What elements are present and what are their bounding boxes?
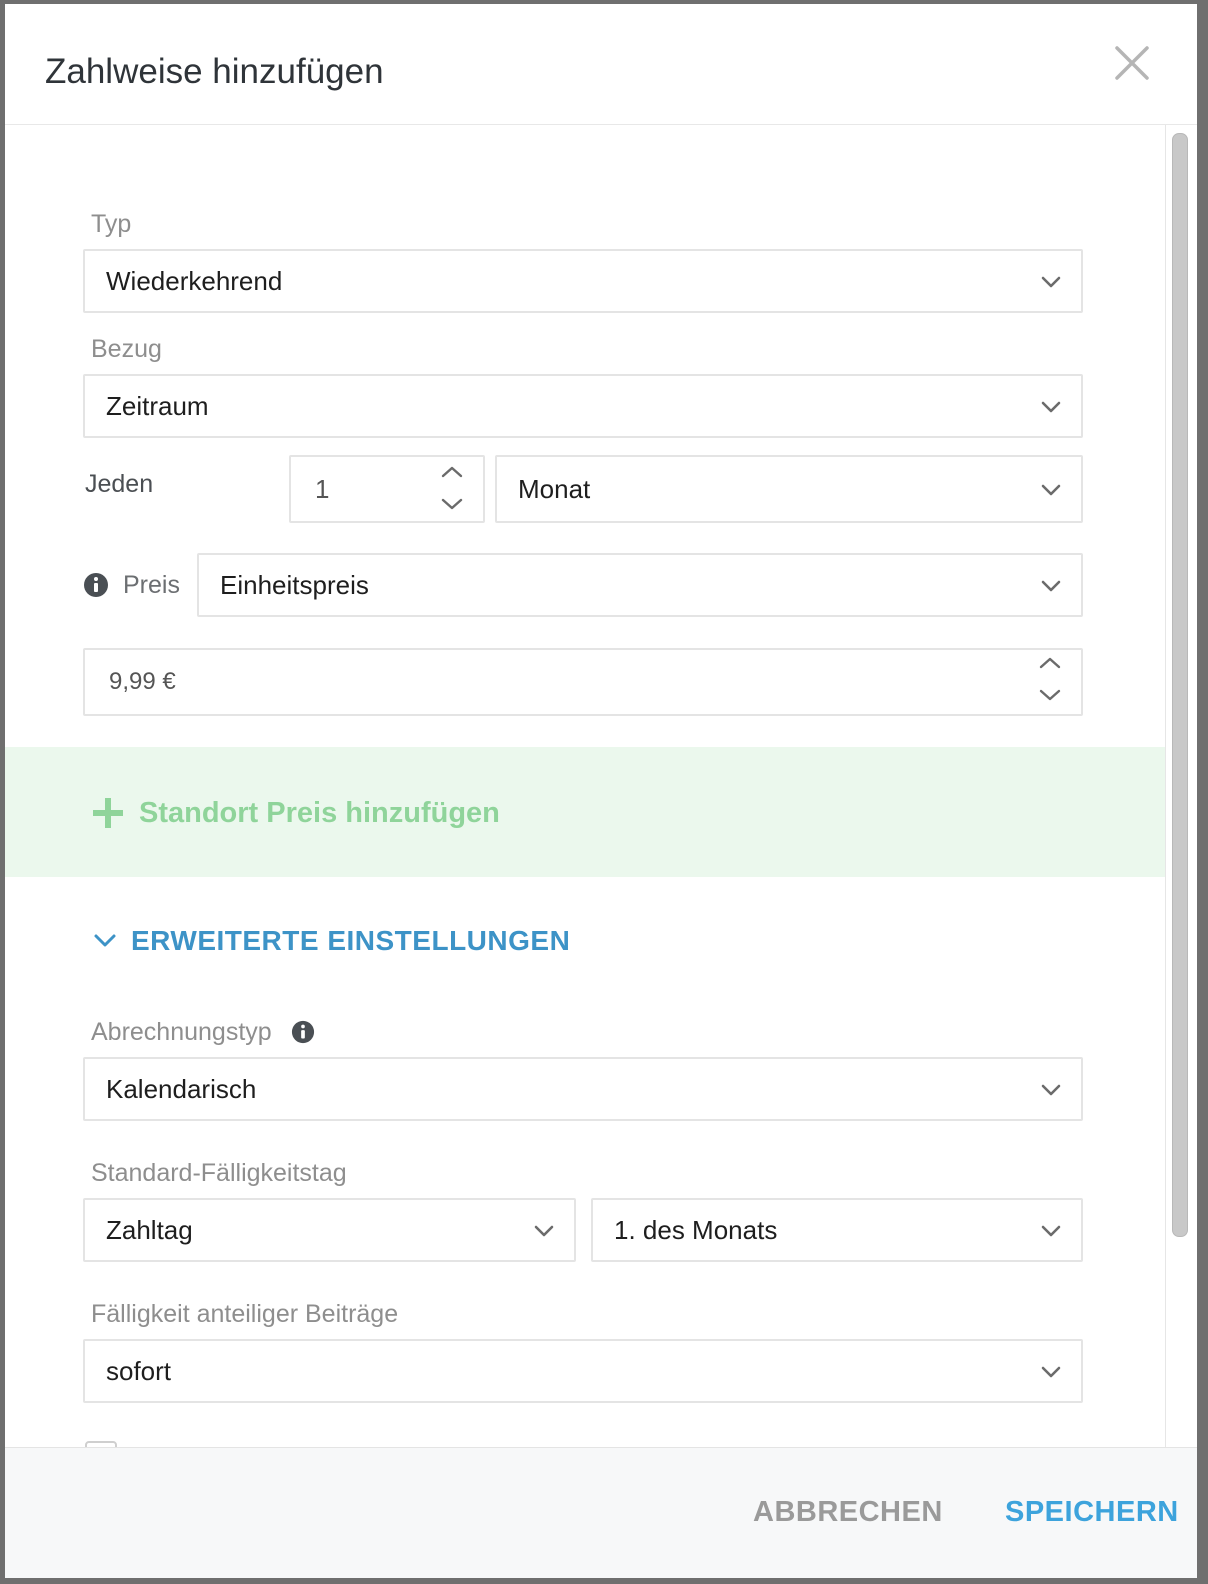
chevron-down-icon (534, 1225, 554, 1237)
payment-method-dialog: Zahlweise hinzufügen Typ Wiederkehrend B… (5, 4, 1197, 1578)
chevron-down-icon[interactable] (441, 497, 463, 511)
interval-count-stepper[interactable]: 1 (289, 455, 485, 523)
chevron-down-icon[interactable] (1039, 688, 1061, 702)
add-location-price-button[interactable]: Standort Preis hinzufügen (93, 795, 500, 831)
location-price-section: Standort Preis hinzufügen (5, 747, 1165, 877)
faelligkeitstag-label: Standard-Fälligkeitstag (91, 1159, 347, 1187)
bezug-value: Zeitraum (106, 391, 209, 421)
faelligkeitstag-day-select[interactable]: 1. des Monats (591, 1198, 1083, 1262)
preis-label: Preis (123, 571, 180, 599)
advanced-settings-toggle[interactable]: ERWEITERTE EINSTELLUNGEN (93, 925, 570, 957)
price-amount-value: 9,99 € (109, 668, 176, 695)
bezug-select[interactable]: Zeitraum (83, 374, 1083, 438)
cancel-button[interactable]: ABBRECHEN (753, 1492, 943, 1532)
add-location-price-label: Standort Preis hinzufügen (139, 796, 500, 829)
chevron-down-icon (1041, 580, 1061, 592)
chevron-down-icon (1041, 1366, 1061, 1378)
advanced-settings-label: ERWEITERTE EINSTELLUNGEN (131, 925, 571, 956)
typ-label: Typ (91, 210, 132, 238)
close-icon[interactable] (1113, 44, 1151, 82)
anteilig-select[interactable]: sofort (83, 1339, 1083, 1403)
faelligkeitstag-type-value: Zahltag (106, 1215, 193, 1245)
abrechnungstyp-label: Abrechnungstyp (91, 1018, 272, 1046)
chevron-up-icon[interactable] (441, 465, 463, 479)
save-button[interactable]: SPEICHERN (1005, 1492, 1179, 1532)
chevron-down-icon (1041, 276, 1061, 288)
info-icon[interactable] (291, 1020, 315, 1044)
preis-type-value: Einheitspreis (220, 570, 369, 600)
dialog-body: Typ Wiederkehrend Bezug Zeitraum Jeden 1… (5, 125, 1165, 1447)
dialog-header: Zahlweise hinzufügen (5, 4, 1197, 125)
chevron-down-icon (1041, 484, 1061, 496)
interval-unit-value: Monat (518, 474, 591, 504)
scrollbar-thumb[interactable] (1172, 133, 1188, 1237)
plus-icon (93, 798, 123, 828)
chevron-down-icon (1041, 401, 1061, 413)
faelligkeitstag-type-select[interactable]: Zahltag (83, 1198, 576, 1262)
chevron-down-icon (94, 934, 116, 947)
price-amount-input[interactable]: 9,99 € (83, 648, 1083, 716)
scrollbar[interactable] (1165, 125, 1197, 1447)
preis-type-select[interactable]: Einheitspreis (197, 553, 1083, 617)
interval-count-value: 1 (315, 474, 330, 504)
dialog-footer: ABBRECHEN SPEICHERN (5, 1447, 1197, 1578)
chevron-down-icon (1041, 1225, 1061, 1237)
anteilig-value: sofort (106, 1356, 172, 1386)
faelligkeitstag-day-value: 1. des Monats (614, 1215, 778, 1245)
interval-unit-select[interactable]: Monat (495, 455, 1083, 523)
jeden-label: Jeden (85, 470, 154, 498)
anteilig-label: Fälligkeit anteiliger Beiträge (91, 1300, 399, 1328)
abrechnungstyp-select[interactable]: Kalendarisch (83, 1057, 1083, 1121)
info-icon[interactable] (83, 572, 109, 598)
dialog-title: Zahlweise hinzufügen (45, 52, 384, 91)
abrechnungstyp-value: Kalendarisch (106, 1074, 257, 1104)
chevron-down-icon (1041, 1084, 1061, 1096)
chevron-up-icon[interactable] (1039, 656, 1061, 670)
typ-select[interactable]: Wiederkehrend (83, 249, 1083, 313)
bezug-label: Bezug (91, 335, 162, 363)
typ-value: Wiederkehrend (106, 266, 283, 296)
